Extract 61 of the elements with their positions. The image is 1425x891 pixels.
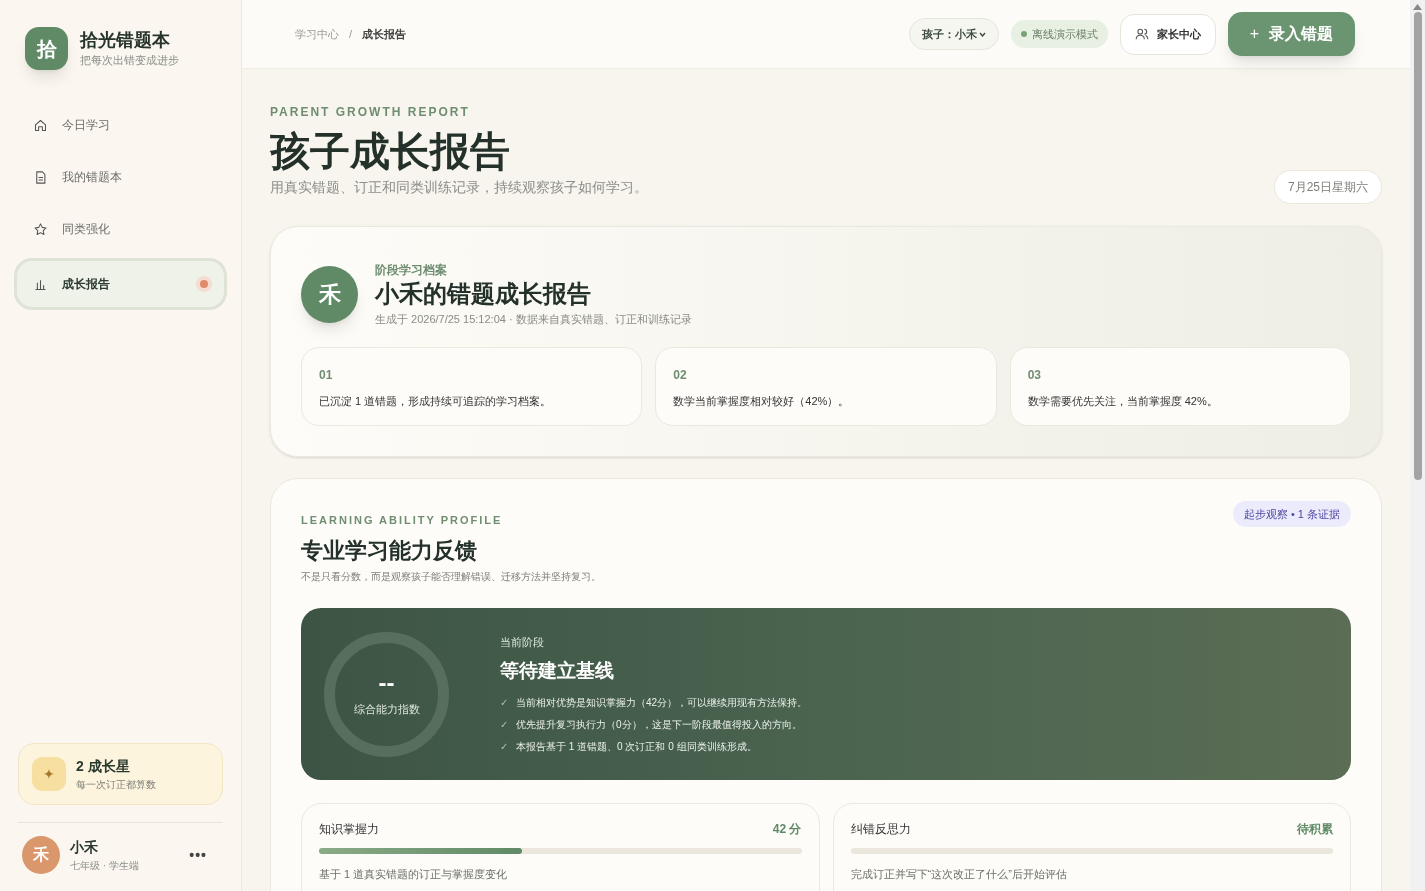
- report-title: 小禾的错题成长报告: [375, 279, 592, 309]
- finding-text: 数学当前掌握度相对较好（42%）。: [673, 393, 851, 409]
- check-icon: ✓: [500, 717, 508, 732]
- metric-note: 完成订正并写下“这次改正了什么”后开始评估: [850, 867, 1068, 882]
- metric-score: 42 分: [772, 821, 802, 838]
- metric-name: 纠错反思力: [850, 821, 911, 838]
- score-label: 综合能力指数: [353, 701, 420, 717]
- scroll-up-icon[interactable]: [1413, 4, 1422, 10]
- metric-name: 知识掌握力: [319, 821, 379, 838]
- home-icon: [33, 117, 48, 133]
- check-icon: ✓: [500, 695, 508, 710]
- stars-count: 2 成长星: [76, 757, 131, 776]
- breadcrumb-separator: /: [349, 26, 353, 42]
- scrollbar[interactable]: [1410, 0, 1425, 891]
- star-icon: [33, 221, 48, 237]
- app-tagline: 把每次出错变成进步: [80, 52, 179, 68]
- check-icon: ✓: [500, 739, 508, 754]
- user-name: 小禾: [70, 838, 99, 857]
- report-meta: 生成于 2026/7/25 15:12:04 · 数据来自真实错题、订正和训练记录: [375, 312, 692, 327]
- section-subtitle: 不是只看分数，而是观察孩子能否理解错误、迁移方法并坚持复习。: [301, 570, 601, 584]
- mode-label: 离线演示模式: [1031, 26, 1098, 42]
- finding-number: 02: [673, 366, 688, 384]
- parent-center-button[interactable]: 家长中心: [1119, 13, 1216, 55]
- stage-point: 本报告基于 1 道错题、0 次订正和 0 组同类训练形成。: [516, 740, 757, 754]
- more-button[interactable]: •••: [189, 844, 219, 866]
- nav-item[interactable]: 今日学习: [14, 102, 227, 148]
- user-role: 七年级 · 学生端: [70, 859, 140, 873]
- metric-note: 基于 1 道真实错题的订正与掌握度变化: [319, 867, 509, 882]
- page-title: 孩子成长报告: [270, 128, 511, 175]
- score-value: --: [378, 670, 395, 695]
- section-eyebrow: LEARNING ABILITY PROFILE: [301, 512, 504, 528]
- scroll-thumb[interactable]: [1413, 12, 1422, 480]
- child-selector[interactable]: 孩子：小禾: [908, 18, 999, 50]
- metric-score: 待积累: [1297, 821, 1333, 838]
- evidence-badge: 起步观察 • 1 条证据: [1232, 500, 1351, 527]
- nav-item[interactable]: 同类强化: [14, 206, 227, 252]
- stage-title: 等待建立基线: [500, 658, 615, 683]
- report-eyebrow: 阶段学习档案: [375, 262, 448, 279]
- stage-label: 当前阶段: [500, 635, 545, 650]
- date-chip: 7月25日星期六: [1273, 170, 1382, 204]
- finding-text: 已沉淀 1 道错题，形成持续可追踪的学习档案。: [319, 393, 553, 409]
- stage-point: 优先提升复习执行力（0分），这是下一阶段最值得投入的方向。: [516, 718, 802, 732]
- section-title: 专业学习能力反馈: [301, 537, 478, 565]
- nav-item[interactable]: 成长报告: [14, 258, 227, 310]
- chevron-down-icon: [978, 32, 986, 38]
- sparkle-icon: ✦: [32, 757, 66, 791]
- breadcrumb-link[interactable]: 学习中心: [295, 25, 339, 43]
- nav-item[interactable]: 我的错题本: [14, 154, 227, 200]
- finding-text: 数学需要优先关注，当前掌握度 42%。: [1027, 393, 1219, 409]
- add-mistake-button[interactable]: + 录入错题: [1227, 12, 1355, 56]
- people-icon: [1134, 27, 1149, 41]
- app-name: 拾光错题本: [80, 29, 171, 52]
- document-icon: [33, 169, 48, 185]
- page-subtitle: 用真实错题、订正和同类训练记录，持续观察孩子如何学习。: [270, 178, 648, 197]
- page-eyebrow: PARENT GROWTH REPORT: [270, 104, 471, 121]
- stage-point: 当前相对优势是知识掌握力（42分），可以继续用现有方法保持。: [516, 696, 808, 710]
- finding-number: 01: [319, 366, 334, 384]
- child-avatar: 禾: [301, 265, 358, 323]
- stars-caption: 每一次订正都算数: [76, 778, 156, 792]
- finding-number: 03: [1027, 366, 1042, 384]
- app-logo: 拾: [25, 27, 68, 70]
